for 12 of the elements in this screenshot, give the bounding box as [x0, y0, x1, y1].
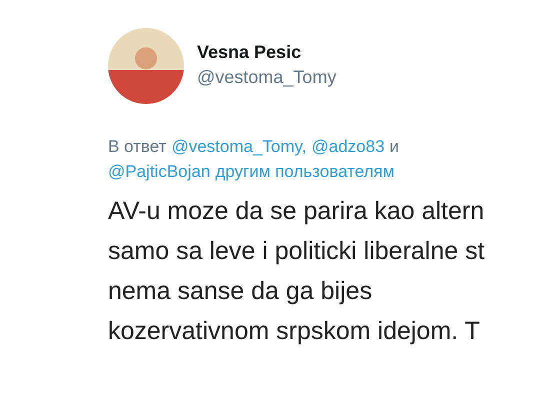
tweet-text-line: AV-u moze da se parira kao altern	[108, 196, 486, 227]
mention-link[interactable]: @adzo83	[312, 137, 385, 157]
tweet-text-line: nema sanse da ga bijes	[108, 276, 374, 307]
tweet-text-line: samo sa leve i politicki liberalne st	[108, 236, 486, 267]
mention-link[interactable]: @vestoma_Tomy,	[171, 137, 306, 157]
author-name: Vesna Pesic	[197, 42, 302, 63]
mention-link[interactable]: другим пользователям	[215, 162, 394, 182]
reply-label: и	[390, 137, 400, 157]
mention-link[interactable]: @PajticBojan	[108, 162, 210, 182]
reply-label: В ответ	[108, 137, 166, 157]
tweet-text-line: kozervativnom srpskom idejom. T	[108, 316, 481, 347]
author-handle: @vestoma_Tomy	[197, 67, 336, 88]
